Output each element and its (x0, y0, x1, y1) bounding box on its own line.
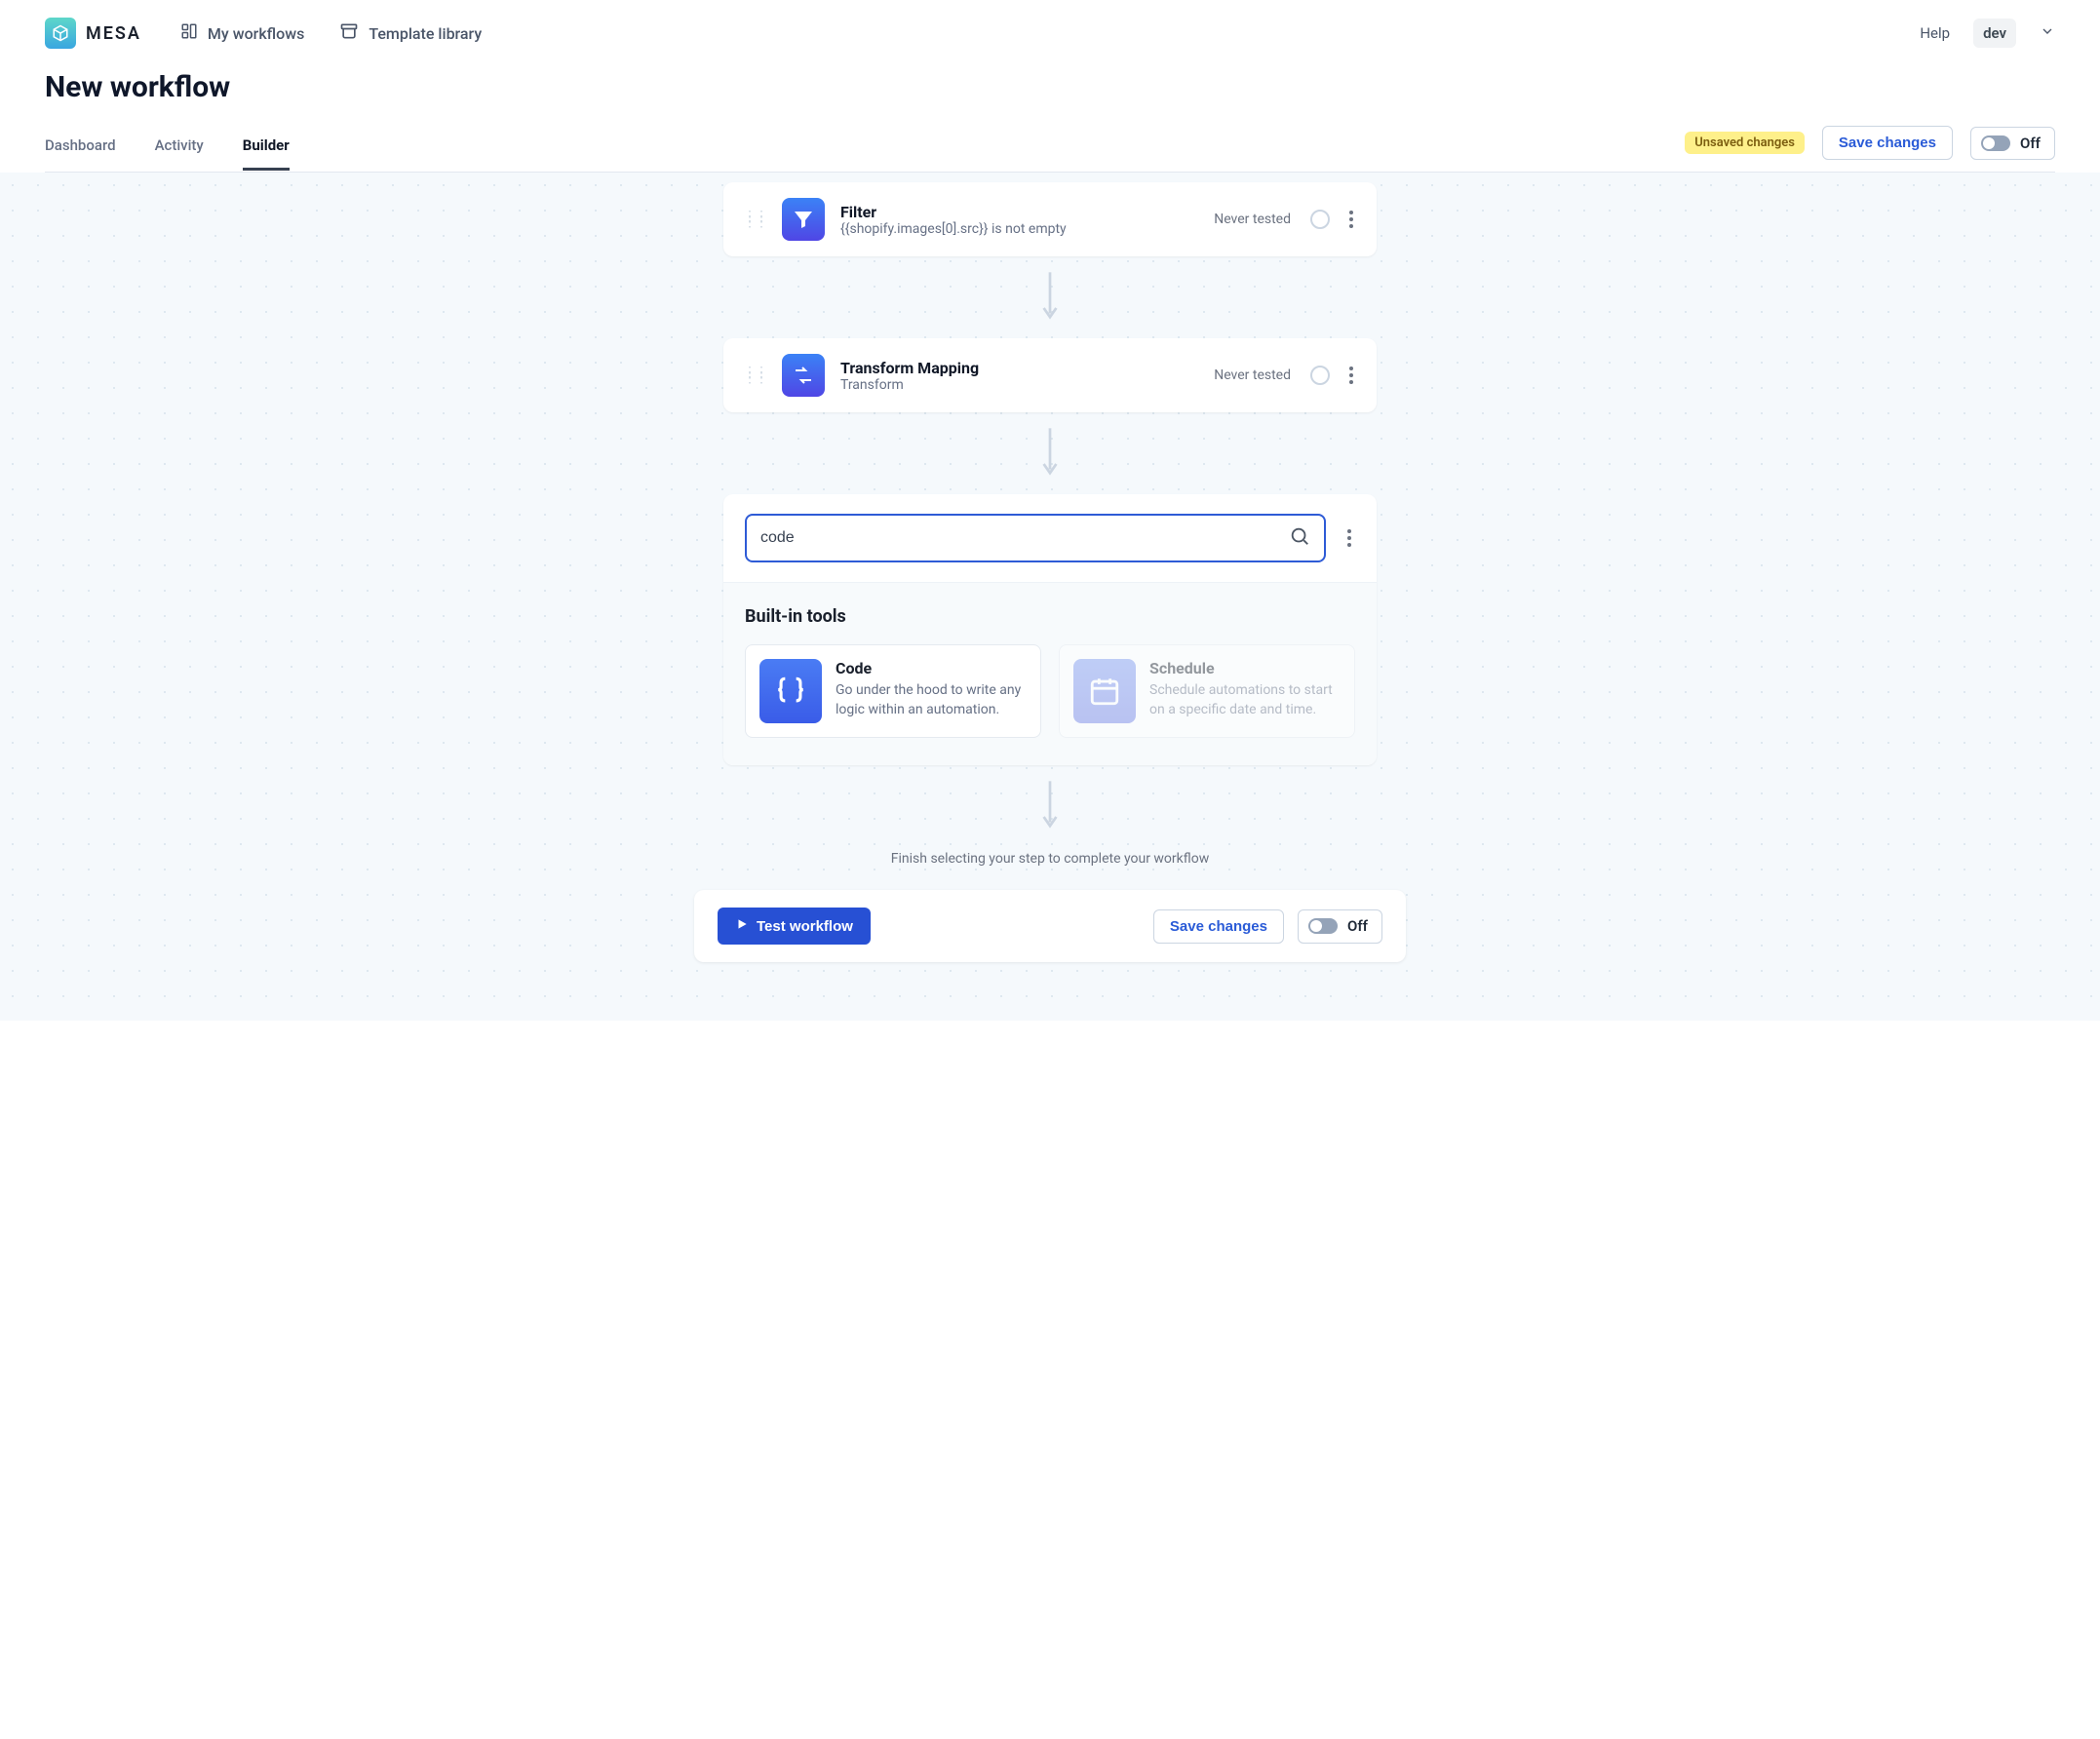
page-title: New workflow (45, 70, 2055, 104)
step-menu-button[interactable] (1345, 367, 1357, 384)
save-button-top[interactable]: Save changes (1822, 126, 1953, 160)
unsaved-badge: Unsaved changes (1685, 132, 1805, 154)
title-block: New workflow Dashboard Activity Builder … (0, 58, 2100, 173)
arrow-down-icon (723, 412, 1377, 494)
filter-icon (782, 198, 825, 241)
step-subtitle: {{shopify.images[0].src}} is not empty (840, 221, 1198, 237)
step-search-input[interactable] (745, 514, 1326, 562)
step-status: Never tested (1214, 367, 1291, 383)
builder-canvas: ⋮⋮⋮⋮ Filter {{shopify.images[0].src}} is… (0, 173, 2100, 1021)
tabs: Dashboard Activity Builder (45, 127, 290, 171)
tool-title: Schedule (1149, 659, 1341, 677)
archive-icon (339, 21, 359, 45)
toggle-switch-icon (1308, 918, 1338, 934)
header-right: Help dev (1920, 19, 2055, 48)
step-subtitle: Transform (840, 377, 1198, 393)
calendar-icon (1073, 659, 1136, 723)
brand[interactable]: MESA (45, 18, 141, 49)
picker-results: Built-in tools Code Go under the hood to… (723, 582, 1377, 765)
env-chip[interactable]: dev (1973, 19, 2016, 48)
grid-icon (180, 22, 198, 44)
toggle-label: Off (1347, 917, 1368, 935)
section-title: Built-in tools (745, 606, 1355, 627)
code-icon (759, 659, 822, 723)
brand-icon (45, 18, 76, 49)
tab-row: Dashboard Activity Builder Unsaved chang… (45, 126, 2055, 173)
app-header: MESA My workflows Template library Help … (0, 0, 2100, 58)
nav-my-workflows-label: My workflows (208, 24, 304, 43)
tab-activity[interactable]: Activity (155, 127, 204, 171)
drag-handle-icon[interactable]: ⋮⋮⋮⋮ (743, 214, 766, 224)
nav-my-workflows[interactable]: My workflows (180, 22, 304, 44)
step-menu-button[interactable] (1345, 211, 1357, 228)
brand-name: MESA (86, 23, 141, 44)
tool-title: Code (836, 659, 1027, 677)
tool-desc: Schedule automations to start on a speci… (1149, 681, 1341, 719)
tab-builder[interactable]: Builder (243, 127, 290, 171)
main-nav: My workflows Template library (180, 21, 1881, 45)
arrow-down-icon (723, 256, 1377, 338)
step-filter[interactable]: ⋮⋮⋮⋮ Filter {{shopify.images[0].src}} is… (723, 182, 1377, 256)
nav-template-library-label: Template library (369, 24, 482, 43)
toggle-label: Off (2020, 135, 2041, 152)
env-menu-button[interactable] (2040, 23, 2055, 43)
tab-actions: Unsaved changes Save changes Off (1685, 126, 2055, 172)
save-button-bottom[interactable]: Save changes (1153, 909, 1284, 944)
drag-handle-icon[interactable]: ⋮⋮⋮⋮ (743, 370, 766, 380)
workflow-toggle-top[interactable]: Off (1970, 127, 2055, 160)
test-workflow-label: Test workflow (757, 918, 853, 935)
step-transform[interactable]: ⋮⋮⋮⋮ Transform Mapping Transform Never t… (723, 338, 1377, 412)
step-status: Never tested (1214, 212, 1291, 227)
tool-schedule[interactable]: Schedule Schedule automations to start o… (1059, 644, 1355, 738)
picker-menu-button[interactable] (1343, 529, 1355, 547)
step-picker: Built-in tools Code Go under the hood to… (723, 494, 1377, 765)
status-circle-icon (1310, 366, 1330, 385)
chevron-down-icon (2040, 23, 2055, 39)
transform-icon (782, 354, 825, 397)
arrow-down-icon (723, 765, 1377, 847)
status-circle-icon (1310, 210, 1330, 229)
tab-dashboard[interactable]: Dashboard (45, 127, 116, 171)
help-link[interactable]: Help (1920, 24, 1950, 42)
search-icon (1289, 525, 1310, 551)
nav-template-library[interactable]: Template library (339, 21, 482, 45)
play-icon (735, 917, 749, 935)
step-title: Transform Mapping (840, 359, 1198, 377)
test-workflow-button[interactable]: Test workflow (718, 908, 871, 945)
bottom-action-bar: Test workflow Save changes Off (694, 890, 1406, 962)
step-search-field[interactable] (760, 529, 1279, 547)
tool-desc: Go under the hood to write any logic wit… (836, 681, 1027, 719)
finish-hint: Finish selecting your step to complete y… (723, 847, 1377, 890)
toggle-switch-icon (1981, 135, 2010, 151)
step-title: Filter (840, 203, 1198, 221)
tool-code[interactable]: Code Go under the hood to write any logi… (745, 644, 1041, 738)
workflow-toggle-bottom[interactable]: Off (1298, 909, 1382, 944)
